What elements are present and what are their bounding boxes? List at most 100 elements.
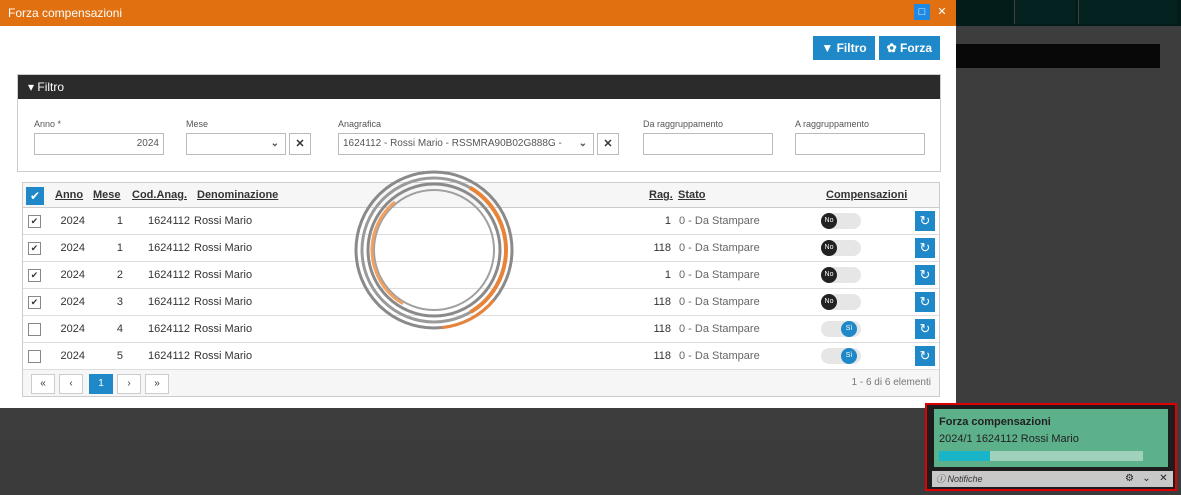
row-checkbox[interactable] (28, 350, 41, 363)
compensazioni-toggle[interactable]: Sì (821, 348, 861, 364)
cell-denominazione: Rossi Mario (194, 269, 253, 281)
maximize-icon[interactable]: □ (914, 4, 930, 20)
mese-label: Mese (186, 119, 209, 129)
toggle-knob: No (821, 294, 837, 310)
mese-select[interactable]: ⌄ (186, 133, 286, 155)
close-icon[interactable]: ✕ (1156, 471, 1171, 487)
cell-stato: 0 - Da Stampare (679, 269, 760, 281)
anno-label: Anno * (34, 119, 62, 129)
row-checkbox[interactable]: ✔ (28, 242, 41, 255)
refresh-icon[interactable]: ↻ (915, 346, 935, 366)
row-checkbox[interactable]: ✔ (28, 269, 41, 282)
cell-anno: 2024 (60, 215, 85, 227)
cell-anno: 2024 (60, 296, 85, 308)
cell-cod-anag: 1624112 (147, 269, 190, 281)
cell-mese: 3 (116, 296, 123, 308)
anagrafica-clear-icon[interactable]: ✕ (597, 133, 619, 155)
toggle-knob: No (821, 240, 837, 256)
da-raggruppamento-input[interactable] (643, 133, 773, 155)
cell-denominazione: Rossi Mario (194, 242, 253, 254)
filter-button[interactable]: ▼ Filtro (813, 36, 875, 60)
last-page-button[interactable]: » (145, 374, 169, 394)
anagrafica-select[interactable]: 1624112 - Rossi Mario - RSSMRA90B02G888G… (338, 133, 594, 155)
anagrafica-value: 1624112 - Rossi Mario - RSSMRA90B02G888G… (343, 138, 562, 149)
force-button[interactable]: ✿ Forza (878, 36, 940, 60)
col-stato[interactable]: Stato (678, 183, 706, 207)
cell-stato: 0 - Da Stampare (679, 215, 760, 227)
anno-input[interactable]: 2024 (34, 133, 164, 155)
toggle-knob: Sì (841, 348, 857, 364)
prev-page-button[interactable]: ‹ (59, 374, 83, 394)
cell-rag: 118 (653, 242, 671, 254)
cell-anno: 2024 (60, 269, 85, 281)
loading-spinner-icon (354, 170, 514, 330)
pager-info: 1 - 6 di 6 elementi (851, 377, 932, 388)
cell-cod-anag: 1624112 (147, 242, 190, 254)
next-page-button[interactable]: › (117, 374, 141, 394)
a-raggruppamento-label: A raggruppamento (795, 119, 870, 129)
notification-card[interactable]: Forza compensazioni 2024/1 1624112 Rossi… (934, 409, 1168, 467)
refresh-icon[interactable]: ↻ (915, 292, 935, 312)
window-title-bar: Forza compensazioni □ ✕ (0, 0, 956, 26)
cell-stato: 0 - Da Stampare (679, 296, 760, 308)
compensazioni-toggle[interactable]: No (821, 267, 861, 283)
cell-rag: 118 (653, 296, 671, 308)
cell-cod-anag: 1624112 (147, 296, 190, 308)
cell-anno: 2024 (60, 350, 85, 362)
col-compensazioni[interactable]: Compensazioni (826, 183, 907, 207)
notification-bar-text: Notifiche (947, 474, 983, 484)
col-rag[interactable]: Rag. (649, 183, 673, 207)
chevron-down-icon[interactable]: ⌄ (1139, 471, 1154, 487)
col-mese[interactable]: Mese (93, 183, 121, 207)
cell-rag: 118 (653, 323, 671, 335)
toggle-knob: Sì (841, 321, 857, 337)
filter-panel-title: Filtro (37, 80, 65, 94)
filter-panel: ▾ Filtro Anno * 2024 Mese ⌄ ✕ Anagrafica… (17, 74, 941, 172)
col-denominazione[interactable]: Denominazione (197, 183, 278, 207)
cell-mese: 2 (116, 269, 123, 281)
anagrafica-label: Anagrafica (338, 119, 382, 129)
cell-denominazione: Rossi Mario (194, 215, 253, 227)
compensazioni-toggle[interactable]: No (821, 294, 861, 310)
info-icon: ⓘ (936, 474, 946, 484)
page-1-button[interactable]: 1 (89, 374, 113, 394)
row-checkbox[interactable]: ✔ (28, 296, 41, 309)
compensazioni-toggle[interactable]: No (821, 213, 861, 229)
cell-stato: 0 - Da Stampare (679, 323, 760, 335)
chevron-down-icon: ⌄ (270, 138, 279, 149)
mese-clear-icon[interactable]: ✕ (289, 133, 311, 155)
cell-cod-anag: 1624112 (147, 215, 190, 227)
select-all-checkbox[interactable]: ✔ (26, 187, 44, 205)
filter-panel-header[interactable]: ▾ Filtro (18, 75, 940, 99)
cell-mese: 1 (116, 242, 123, 254)
notification-title: Forza compensazioni (939, 416, 1051, 428)
notification-progress-bar (939, 451, 1143, 461)
gear-icon[interactable]: ⚙ (1122, 471, 1137, 487)
cell-denominazione: Rossi Mario (194, 350, 253, 362)
compensazioni-toggle[interactable]: Sì (821, 321, 861, 337)
window-toolbar: ▼ Filtro ✿ Forza (813, 36, 940, 60)
a-raggruppamento-input[interactable] (795, 133, 925, 155)
refresh-icon[interactable]: ↻ (915, 211, 935, 231)
first-page-button[interactable]: « (31, 374, 55, 394)
loading-text: Caricamento in corso... (342, 344, 528, 364)
refresh-icon[interactable]: ↻ (915, 265, 935, 285)
cell-cod-anag: 1624112 (147, 350, 190, 362)
row-checkbox[interactable]: ✔ (28, 215, 41, 228)
cell-denominazione: Rossi Mario (194, 296, 253, 308)
da-raggruppamento-label: Da raggruppamento (643, 119, 724, 129)
row-checkbox[interactable] (28, 323, 41, 336)
cell-mese: 4 (116, 323, 123, 335)
notification-panel: Forza compensazioni 2024/1 1624112 Rossi… (925, 403, 1177, 491)
toggle-knob: No (821, 267, 837, 283)
notification-bar: ⓘ Notifiche ⚙ ⌄ ✕ (932, 471, 1173, 487)
refresh-icon[interactable]: ↻ (915, 238, 935, 258)
refresh-icon[interactable]: ↻ (915, 319, 935, 339)
col-anno[interactable]: Anno (55, 183, 83, 207)
cell-anno: 2024 (60, 323, 85, 335)
close-icon[interactable]: ✕ (934, 4, 950, 20)
col-cod-anag[interactable]: Cod.Anag. (132, 183, 187, 207)
cell-stato: 0 - Da Stampare (679, 350, 760, 362)
compensazioni-toggle[interactable]: No (821, 240, 861, 256)
window-title: Forza compensazioni (8, 6, 123, 20)
